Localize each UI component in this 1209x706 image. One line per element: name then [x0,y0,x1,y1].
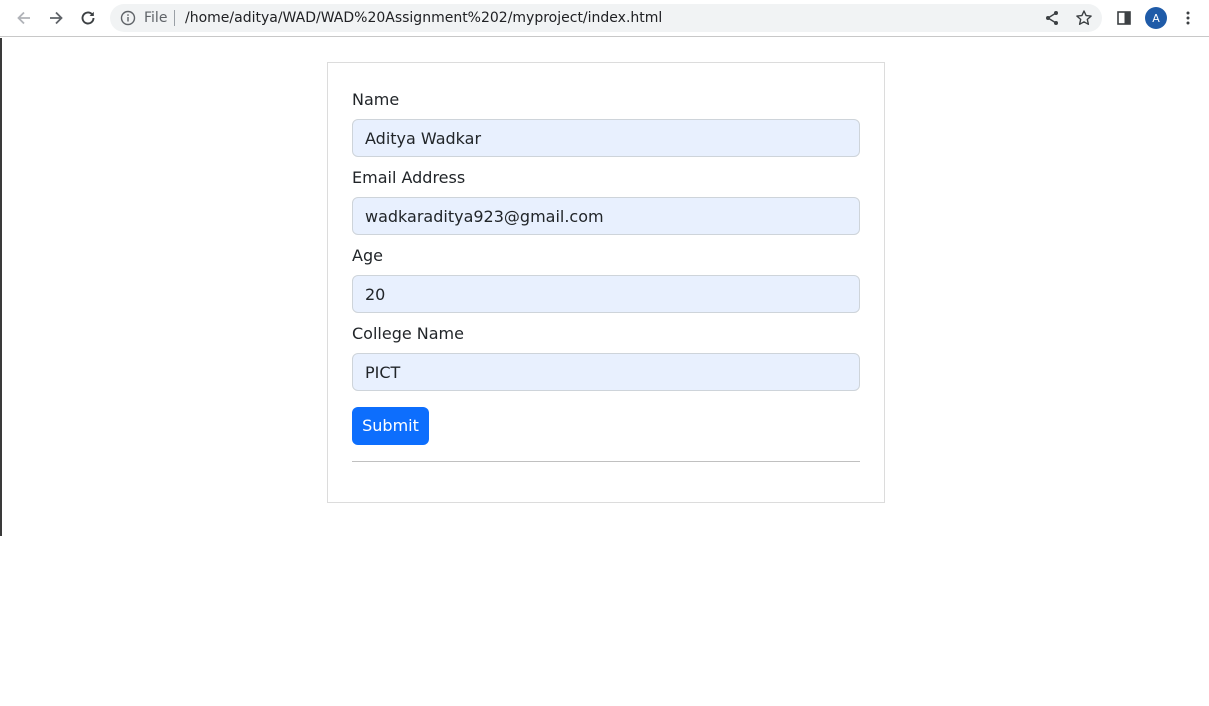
email-input[interactable] [352,197,860,235]
share-button[interactable] [1038,4,1066,32]
forward-button[interactable] [42,4,70,32]
college-name-input[interactable] [352,353,860,391]
age-label: Age [352,246,383,265]
share-icon [1046,11,1058,25]
reload-button[interactable] [74,4,102,32]
address-bar[interactable]: File /home/aditya/WAD/WAD%20Assignment%2… [110,4,1102,32]
college-name-label: College Name [352,324,464,343]
forward-icon [50,11,63,25]
name-input[interactable] [352,119,860,157]
registration-form-card: Name Email Address Age College Name Subm… [327,62,885,503]
bookmark-button[interactable] [1070,4,1098,32]
email-label: Email Address [352,168,466,187]
url-text[interactable]: /home/aditya/WAD/WAD%20Assignment%202/my… [185,10,662,26]
age-input[interactable] [352,275,860,313]
reload-icon [81,11,95,25]
profile-avatar[interactable]: A [1145,7,1167,29]
browser-toolbar: File /home/aditya/WAD/WAD%20Assignment%2… [0,0,1209,37]
side-panel-button[interactable] [1110,4,1138,32]
side-panel-icon [1117,11,1131,25]
back-icon [17,11,30,25]
scheme-label: File [144,10,168,26]
address-separator [174,10,175,26]
back-button[interactable] [10,4,38,32]
menu-button[interactable] [1174,4,1202,32]
window-edge [0,38,2,536]
info-icon[interactable] [120,10,136,26]
menu-icon [1186,11,1190,25]
form-divider [352,461,860,462]
star-icon [1076,10,1092,25]
name-label: Name [352,90,400,109]
submit-button[interactable]: Submit [352,407,429,445]
